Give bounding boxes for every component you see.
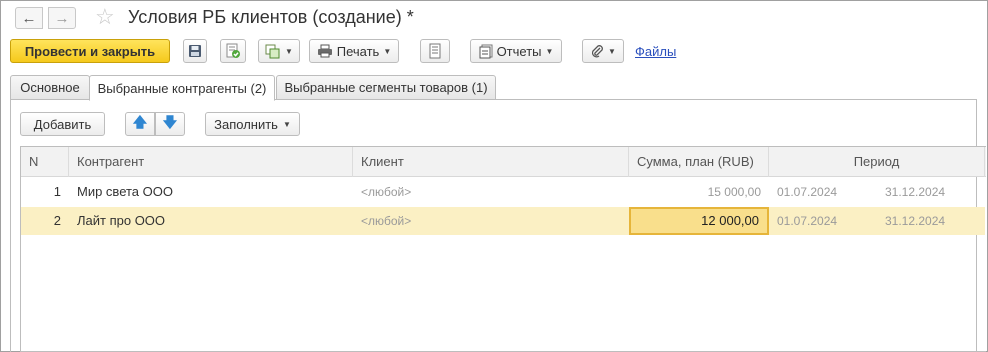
- post-button[interactable]: [220, 39, 246, 63]
- chevron-down-icon: ▼: [608, 46, 616, 56]
- tab-label: Выбранные сегменты товаров (1): [284, 80, 488, 95]
- save-button[interactable]: [183, 39, 207, 63]
- column-header-counterparty[interactable]: Контрагент: [69, 147, 353, 177]
- arrow-left-icon: ←: [21, 9, 37, 27]
- print-button[interactable]: Печать ▼: [309, 39, 399, 63]
- document-list-button[interactable]: [420, 39, 450, 63]
- fill-button[interactable]: Заполнить ▼: [205, 112, 300, 136]
- column-header-sum[interactable]: Сумма, план (RUB): [629, 147, 769, 177]
- paperclip-icon: [591, 45, 603, 58]
- post-document-icon: [226, 43, 240, 58]
- tab-selected-counterparties[interactable]: Выбранные контрагенты (2): [89, 75, 275, 101]
- column-header-client[interactable]: Клиент: [353, 147, 629, 177]
- add-label: Добавить: [33, 116, 92, 132]
- table-row[interactable]: 1 Мир света ООО <любой> 15 000,00 01.07.…: [21, 178, 985, 206]
- column-header-period[interactable]: Период: [769, 147, 985, 177]
- move-down-button[interactable]: 🡇: [155, 112, 185, 136]
- reports-label: Отчеты: [496, 43, 542, 59]
- chevron-down-icon: ▼: [545, 46, 554, 56]
- period-to-cell[interactable]: 31.12.2024: [885, 207, 975, 235]
- tab-main[interactable]: Основное: [10, 75, 90, 100]
- files-link[interactable]: Файлы: [635, 44, 676, 59]
- chevron-down-icon: ▼: [383, 46, 392, 56]
- reports-button[interactable]: Отчеты ▼: [470, 39, 562, 63]
- floppy-disk-icon: [189, 45, 201, 57]
- period-from-cell[interactable]: 01.07.2024: [777, 178, 867, 206]
- counterparty-cell[interactable]: Лайт про ООО: [77, 207, 347, 235]
- client-cell[interactable]: <любой>: [361, 178, 621, 206]
- printer-icon: [317, 44, 332, 58]
- attach-button[interactable]: ▼: [582, 39, 624, 63]
- page-title: Условия РБ клиентов (создание) *: [128, 7, 414, 27]
- client-cell[interactable]: <любой>: [361, 207, 621, 235]
- forward-button[interactable]: →: [48, 7, 76, 29]
- post-and-close-label: Провести и закрыть: [24, 43, 156, 59]
- print-label: Печать: [336, 43, 380, 59]
- related-documents-button[interactable]: ▼: [258, 39, 300, 63]
- period-to-cell[interactable]: 31.12.2024: [885, 178, 975, 206]
- counterparties-table[interactable]: N Контрагент Клиент Сумма, план (RUB) Пе…: [20, 146, 986, 352]
- post-and-close-button[interactable]: Провести и закрыть: [10, 39, 170, 63]
- list-document-icon: [429, 43, 441, 59]
- tab-label: Основное: [20, 80, 80, 95]
- fill-label: Заполнить: [214, 116, 278, 132]
- table-header: N Контрагент Клиент Сумма, план (RUB) Пе…: [21, 147, 986, 177]
- star-icon[interactable]: ☆: [95, 5, 115, 29]
- structure-icon: [265, 44, 280, 59]
- sum-cell[interactable]: 15 000,00: [629, 178, 761, 206]
- arrow-right-icon: →: [54, 9, 70, 27]
- chevron-down-icon: ▼: [282, 119, 291, 129]
- tab-label: Выбранные контрагенты (2): [97, 80, 267, 96]
- sum-cell-active[interactable]: 12 000,00: [629, 207, 769, 235]
- column-header-n[interactable]: N: [21, 147, 69, 177]
- report-icon: [479, 44, 493, 58]
- arrow-up-icon: 🡅: [132, 114, 148, 130]
- tab-selected-product-segments[interactable]: Выбранные сегменты товаров (1): [276, 75, 496, 100]
- counterparty-cell[interactable]: Мир света ООО: [77, 178, 347, 206]
- arrow-down-icon: 🡇: [162, 114, 178, 130]
- table-row[interactable]: 2 Лайт про ООО <любой> 12 000,00 01.07.2…: [21, 207, 985, 235]
- row-number: 1: [53, 184, 61, 199]
- row-number: 2: [53, 213, 61, 228]
- add-button[interactable]: Добавить: [20, 112, 105, 136]
- period-from-cell[interactable]: 01.07.2024: [777, 207, 867, 235]
- move-up-button[interactable]: 🡅: [125, 112, 155, 136]
- back-button[interactable]: ←: [15, 7, 43, 29]
- chevron-down-icon: ▼: [285, 46, 293, 56]
